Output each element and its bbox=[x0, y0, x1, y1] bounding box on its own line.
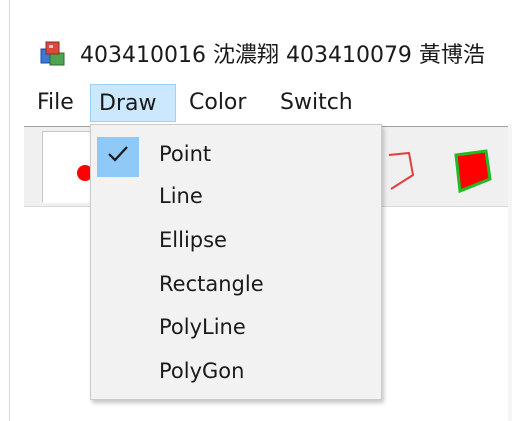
polygon-icon bbox=[454, 149, 492, 194]
draw-menu-item-polygon[interactable]: PolyGon bbox=[93, 350, 379, 392]
polyline-icon bbox=[388, 151, 415, 190]
draw-dropdown-menu: Point Line Ellipse Rectangle PolyLine Po… bbox=[90, 124, 382, 400]
draw-menu-label: Rectangle bbox=[159, 272, 264, 296]
application-icon bbox=[39, 39, 69, 66]
draw-menu-label: Line bbox=[159, 184, 203, 208]
draw-menu-item-polyline[interactable]: PolyLine bbox=[93, 306, 379, 348]
polyline-tool-button[interactable] bbox=[379, 131, 434, 203]
draw-menu-item-line[interactable]: Line bbox=[93, 175, 379, 217]
draw-menu-label: PolyLine bbox=[159, 315, 246, 339]
draw-menu-item-point[interactable]: Point bbox=[93, 133, 379, 177]
menu-switch[interactable]: Switch bbox=[272, 84, 361, 122]
title-bar: 403410016 沈濃翔 403410079 黃博浩 bbox=[10, 0, 512, 84]
menu-bar: File Draw Color Switch bbox=[10, 84, 512, 124]
draw-menu-item-rectangle[interactable]: Rectangle bbox=[93, 263, 379, 305]
menu-file[interactable]: File bbox=[29, 84, 82, 122]
checkmark-icon bbox=[108, 146, 128, 162]
menu-draw[interactable]: Draw bbox=[90, 84, 176, 122]
draw-menu-label: Point bbox=[159, 142, 212, 166]
draw-menu-label: PolyGon bbox=[159, 359, 245, 383]
menu-color[interactable]: Color bbox=[181, 84, 254, 122]
draw-menu-label: Ellipse bbox=[159, 228, 227, 252]
polygon-tool-button[interactable] bbox=[442, 131, 502, 203]
draw-menu-item-ellipse[interactable]: Ellipse bbox=[93, 219, 379, 261]
window-title: 403410016 沈濃翔 403410079 黃博浩 bbox=[80, 43, 485, 68]
window-right-edge bbox=[508, 124, 512, 421]
